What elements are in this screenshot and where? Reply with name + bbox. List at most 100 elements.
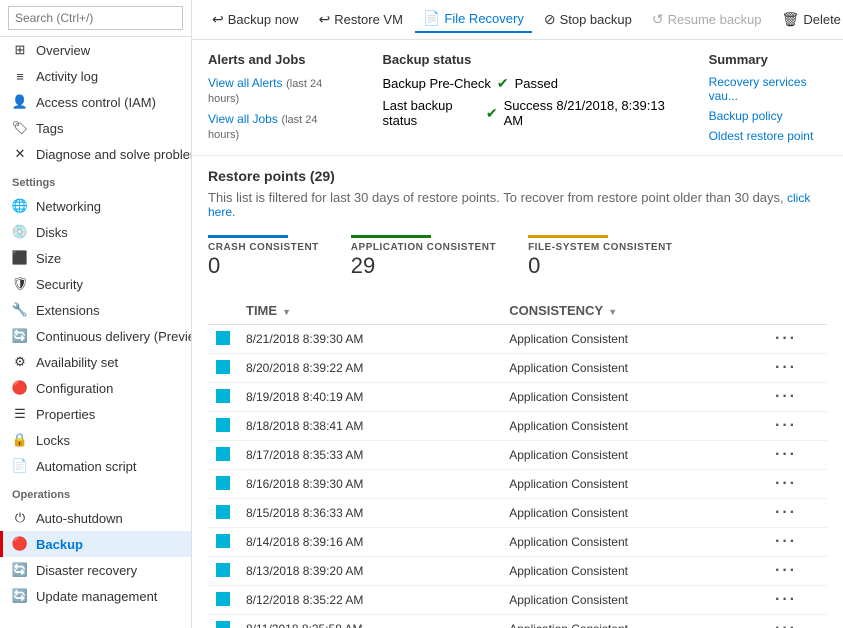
precheck-label: Backup Pre-Check bbox=[382, 76, 490, 91]
backup-now-button[interactable]: ↩ Backup now bbox=[204, 7, 307, 32]
col-indicator bbox=[208, 297, 238, 325]
update-management-icon: 🔄 bbox=[12, 588, 28, 604]
summary-item-2[interactable]: Backup policy bbox=[709, 109, 827, 123]
overview-icon: ⊞ bbox=[12, 42, 28, 58]
row-consistency: Application Consistent bbox=[501, 470, 767, 499]
table-row[interactable]: 8/20/2018 8:39:22 AM Application Consist… bbox=[208, 354, 827, 383]
table-row[interactable]: 8/14/2018 8:39:16 AM Application Consist… bbox=[208, 528, 827, 557]
row-more[interactable]: ··· bbox=[767, 470, 827, 499]
summary-panel: Summary Recovery services vau... Backup … bbox=[709, 52, 827, 143]
view-jobs-link[interactable]: View all Jobs bbox=[208, 112, 278, 126]
row-consistency: Application Consistent bbox=[501, 383, 767, 412]
sidebar-item-access-control[interactable]: 👤 Access control (IAM) bbox=[0, 89, 191, 115]
sidebar-item-extensions[interactable]: 🔧 Extensions bbox=[0, 297, 191, 323]
row-more[interactable]: ··· bbox=[767, 557, 827, 586]
crash-consistent-bar bbox=[208, 235, 288, 238]
diagnose-icon: ✕ bbox=[12, 146, 28, 162]
more-button[interactable]: ··· bbox=[775, 620, 797, 628]
more-button[interactable]: ··· bbox=[775, 417, 797, 434]
sidebar-item-tags[interactable]: 🏷 Tags bbox=[0, 115, 191, 141]
sidebar-item-availability-set[interactable]: ⚙ Availability set bbox=[0, 349, 191, 375]
sidebar-item-disaster-recovery[interactable]: 🔄 Disaster recovery bbox=[0, 557, 191, 583]
sidebar-item-overview[interactable]: ⊞ Overview bbox=[0, 37, 191, 63]
row-more[interactable]: ··· bbox=[767, 412, 827, 441]
properties-icon: ☰ bbox=[12, 406, 28, 422]
table-row[interactable]: 8/19/2018 8:40:19 AM Application Consist… bbox=[208, 383, 827, 412]
more-button[interactable]: ··· bbox=[775, 388, 797, 405]
col-time[interactable]: TIME ▼ bbox=[238, 297, 501, 325]
sidebar-item-diagnose[interactable]: ✕ Diagnose and solve problems bbox=[0, 141, 191, 167]
col-consistency[interactable]: CONSISTENCY ▼ bbox=[501, 297, 767, 325]
sidebar-item-size[interactable]: ⬛ Size bbox=[0, 245, 191, 271]
row-more[interactable]: ··· bbox=[767, 383, 827, 412]
row-more[interactable]: ··· bbox=[767, 586, 827, 615]
more-button[interactable]: ··· bbox=[775, 330, 797, 347]
last-backup-check-icon: ✔ bbox=[486, 105, 498, 122]
row-consistency: Application Consistent bbox=[501, 441, 767, 470]
file-recovery-button[interactable]: 📄 File Recovery bbox=[415, 6, 532, 33]
search-input[interactable] bbox=[8, 6, 183, 30]
row-consistency: Application Consistent bbox=[501, 499, 767, 528]
delete-backup-button[interactable]: 🗑 Delete backup data bbox=[774, 7, 843, 32]
networking-icon: 🌐 bbox=[12, 198, 28, 214]
sidebar-item-continuous-delivery[interactable]: 🔄 Continuous delivery (Preview) bbox=[0, 323, 191, 349]
restore-vm-button[interactable]: ↩ Restore VM bbox=[311, 7, 411, 32]
restore-vm-icon: ↩ bbox=[319, 11, 331, 28]
view-alerts-link[interactable]: View all Alerts bbox=[208, 76, 282, 90]
table-row[interactable]: 8/11/2018 8:35:58 AM Application Consist… bbox=[208, 615, 827, 628]
table-row[interactable]: 8/17/2018 8:35:33 AM Application Consist… bbox=[208, 441, 827, 470]
app-consistent-label: APPLICATION CONSISTENT bbox=[351, 242, 496, 253]
table-row[interactable]: 8/15/2018 8:36:33 AM Application Consist… bbox=[208, 499, 827, 528]
stop-backup-button[interactable]: ⊘ Stop backup bbox=[536, 7, 640, 32]
sidebar-item-configuration[interactable]: 🔴 Configuration bbox=[0, 375, 191, 401]
file-recovery-icon: 📄 bbox=[423, 10, 440, 27]
row-more[interactable]: ··· bbox=[767, 354, 827, 383]
search-box[interactable] bbox=[0, 0, 191, 37]
sidebar-item-networking[interactable]: 🌐 Networking bbox=[0, 193, 191, 219]
row-more[interactable]: ··· bbox=[767, 441, 827, 470]
table-row[interactable]: 8/13/2018 8:39:20 AM Application Consist… bbox=[208, 557, 827, 586]
locks-icon: 🔒 bbox=[12, 432, 28, 448]
row-indicator bbox=[208, 412, 238, 441]
more-button[interactable]: ··· bbox=[775, 359, 797, 376]
backup-now-icon: ↩ bbox=[212, 11, 224, 28]
access-control-icon: 👤 bbox=[12, 94, 28, 110]
row-consistency: Application Consistent bbox=[501, 325, 767, 354]
sidebar-item-security[interactable]: 🛡 Security bbox=[0, 271, 191, 297]
summary-item-1[interactable]: Recovery services vau... bbox=[709, 75, 827, 103]
more-button[interactable]: ··· bbox=[775, 562, 797, 579]
operations-section-label: Operations bbox=[0, 479, 191, 505]
more-button[interactable]: ··· bbox=[775, 504, 797, 521]
sidebar-item-activity-log[interactable]: ≡ Activity log bbox=[0, 63, 191, 89]
more-button[interactable]: ··· bbox=[775, 475, 797, 492]
more-button[interactable]: ··· bbox=[775, 533, 797, 550]
row-time: 8/13/2018 8:39:20 AM bbox=[238, 557, 501, 586]
more-button[interactable]: ··· bbox=[775, 591, 797, 608]
row-more[interactable]: ··· bbox=[767, 499, 827, 528]
row-more[interactable]: ··· bbox=[767, 325, 827, 354]
table-row[interactable]: 8/18/2018 8:38:41 AM Application Consist… bbox=[208, 412, 827, 441]
resume-backup-button[interactable]: ↺ Resume backup bbox=[644, 7, 770, 32]
table-row[interactable]: 8/21/2018 8:39:30 AM Application Consist… bbox=[208, 325, 827, 354]
sidebar-item-disks[interactable]: 💿 Disks bbox=[0, 219, 191, 245]
row-consistency: Application Consistent bbox=[501, 354, 767, 383]
summary-item-3[interactable]: Oldest restore point bbox=[709, 129, 827, 143]
row-more[interactable]: ··· bbox=[767, 615, 827, 628]
row-more[interactable]: ··· bbox=[767, 528, 827, 557]
sidebar-item-update-management[interactable]: 🔄 Update management bbox=[0, 583, 191, 609]
sidebar-item-locks[interactable]: 🔒 Locks bbox=[0, 427, 191, 453]
file-consistent-value: 0 bbox=[528, 253, 672, 279]
table-row[interactable]: 8/12/2018 8:35:22 AM Application Consist… bbox=[208, 586, 827, 615]
table-row[interactable]: 8/16/2018 8:39:30 AM Application Consist… bbox=[208, 470, 827, 499]
disaster-recovery-icon: 🔄 bbox=[12, 562, 28, 578]
delete-backup-icon: 🗑 bbox=[782, 11, 800, 28]
sidebar-item-automation-script[interactable]: 📄 Automation script bbox=[0, 453, 191, 479]
sidebar-item-properties[interactable]: ☰ Properties bbox=[0, 401, 191, 427]
precheck-row: Backup Pre-Check ✔ Passed bbox=[382, 75, 668, 92]
sidebar-item-auto-shutdown[interactable]: ⏻ Auto-shutdown bbox=[0, 505, 191, 531]
row-time: 8/15/2018 8:36:33 AM bbox=[238, 499, 501, 528]
row-time: 8/17/2018 8:35:33 AM bbox=[238, 441, 501, 470]
sidebar-item-backup[interactable]: 🔴 Backup bbox=[0, 531, 191, 557]
row-consistency: Application Consistent bbox=[501, 412, 767, 441]
more-button[interactable]: ··· bbox=[775, 446, 797, 463]
